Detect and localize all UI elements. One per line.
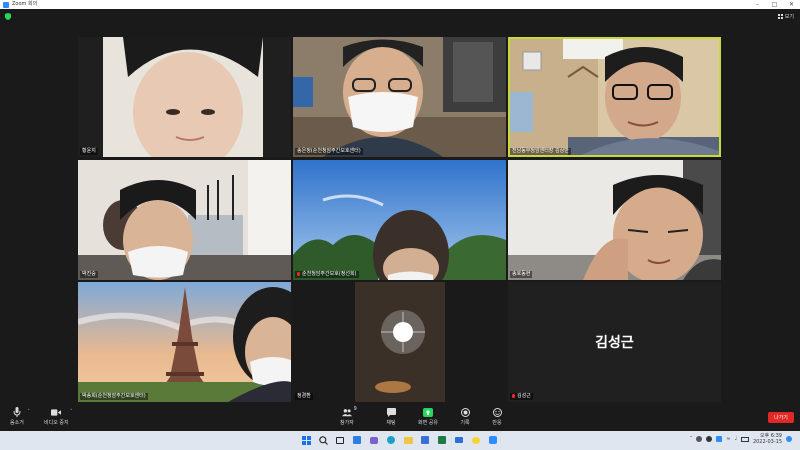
zoom-taskbar-icon[interactable]	[487, 434, 499, 446]
windows-taskbar: ˄ ≈ ♩ 오후 6:39 2022-03-15	[0, 431, 800, 450]
minimize-button[interactable]: –	[749, 0, 766, 9]
participant-video	[293, 282, 506, 402]
participant-name: 순천청암주간보호(정선희)	[295, 271, 359, 278]
emoji-icon	[492, 407, 502, 417]
mic-muted-icon	[297, 271, 300, 276]
shield-icon[interactable]	[5, 13, 11, 20]
teams-chat-icon[interactable]	[368, 434, 380, 446]
participant-display-name: 김성근	[595, 335, 634, 351]
video-tile[interactable]: 송호동현	[508, 160, 721, 280]
meeting-gallery: 보기 황윤지 송은정(순천청암주간보호센터) 전남동부청암센터장 김상만 박진숭…	[0, 9, 800, 404]
mute-button[interactable]: 음소거 ˄	[10, 407, 30, 426]
windows-logo-icon	[301, 435, 311, 445]
kakaotalk-icon[interactable]	[470, 434, 482, 446]
title-bar: Zoom 회의 – □ ✕	[0, 0, 800, 9]
participant-video	[78, 37, 291, 157]
participant-name: 송호동현	[510, 271, 533, 278]
participant-name: 송은정(순천청암주간보호센터)	[295, 148, 363, 155]
participants-count: 9	[353, 406, 357, 412]
participants-button[interactable]: 참가자 9	[340, 406, 357, 426]
participant-name: 정경환	[295, 393, 313, 400]
task-view-icon[interactable]	[334, 434, 346, 446]
taskbar-clock[interactable]: 오후 6:39 2022-03-15	[753, 433, 782, 445]
search-icon[interactable]	[317, 434, 329, 446]
video-tile[interactable]: 순천청암주간보호(정선희)	[293, 160, 506, 280]
edge-icon[interactable]	[385, 434, 397, 446]
participant-video	[508, 37, 721, 157]
video-camera-icon	[51, 407, 62, 417]
participant-video	[508, 160, 721, 280]
participant-name: 전남동부청암센터장 김상만	[510, 148, 571, 155]
close-button[interactable]: ✕	[783, 0, 800, 9]
video-tile[interactable]: 황윤지	[78, 37, 291, 157]
video-tile[interactable]: 박진숭	[78, 160, 291, 280]
participant-name: 김성근	[510, 393, 533, 400]
start-button[interactable]	[300, 434, 312, 446]
widgets-icon[interactable]	[351, 434, 363, 446]
stop-video-button[interactable]: 비디오 중지 ˄	[44, 407, 73, 426]
video-tile[interactable]: 정경환	[293, 282, 506, 402]
reactions-button[interactable]: 반응	[492, 407, 502, 426]
store-icon[interactable]	[419, 434, 431, 446]
record-button[interactable]: 기록	[460, 407, 470, 426]
chevron-up-icon[interactable]: ˄	[27, 409, 30, 415]
microphone-icon	[12, 407, 22, 417]
chevron-up-icon[interactable]: ˄	[70, 409, 73, 415]
leave-button[interactable]: 나가기	[768, 412, 794, 423]
chevron-up-icon[interactable]: ˄	[690, 436, 693, 442]
speaker-icon[interactable]: ♩	[735, 436, 737, 442]
window-title: Zoom 회의	[12, 1, 38, 7]
chat-button[interactable]: 채팅	[386, 407, 396, 426]
video-tile-no-video[interactable]: 김성근 김성근	[508, 282, 721, 402]
video-tile[interactable]: 송은정(순천청암주간보호센터)	[293, 37, 506, 157]
system-tray-icon[interactable]	[696, 436, 703, 442]
system-tray-icon[interactable]	[706, 436, 713, 442]
participant-video	[78, 282, 291, 402]
zoom-tray-icon[interactable]	[716, 436, 723, 442]
chat-icon	[386, 407, 396, 417]
participant-name: 박진숭	[80, 271, 98, 278]
wifi-icon[interactable]: ≈	[726, 436, 730, 442]
meeting-toolbar: 음소거 ˄ 비디오 중지 ˄ 참가자 9 채팅 화면 공유 기록 반응 나가기	[0, 404, 800, 431]
notification-icon[interactable]	[786, 436, 792, 442]
share-screen-button[interactable]: 화면 공유	[418, 407, 438, 426]
grid-view-icon	[777, 14, 783, 19]
video-tile[interactable]: 박송희(순천청암주간보호센터)	[78, 282, 291, 402]
participant-video	[78, 160, 291, 280]
zoom-app-icon	[3, 1, 9, 8]
share-screen-icon	[423, 407, 433, 417]
participant-name: 박송희(순천청암주간보호센터)	[80, 393, 148, 400]
view-button[interactable]: 보기	[777, 13, 794, 20]
record-icon	[460, 407, 470, 417]
mic-muted-icon	[512, 393, 515, 398]
participants-icon	[341, 407, 352, 417]
maximize-button[interactable]: □	[766, 0, 783, 9]
excel-icon[interactable]	[436, 434, 448, 446]
file-explorer-icon[interactable]	[402, 434, 414, 446]
participant-video	[293, 37, 506, 157]
battery-icon[interactable]	[740, 436, 749, 442]
participant-name: 황윤지	[80, 148, 98, 155]
mail-icon[interactable]	[453, 434, 465, 446]
participant-video	[293, 160, 506, 280]
video-tile-active-speaker[interactable]: 전남동부청암센터장 김상만	[508, 37, 721, 157]
